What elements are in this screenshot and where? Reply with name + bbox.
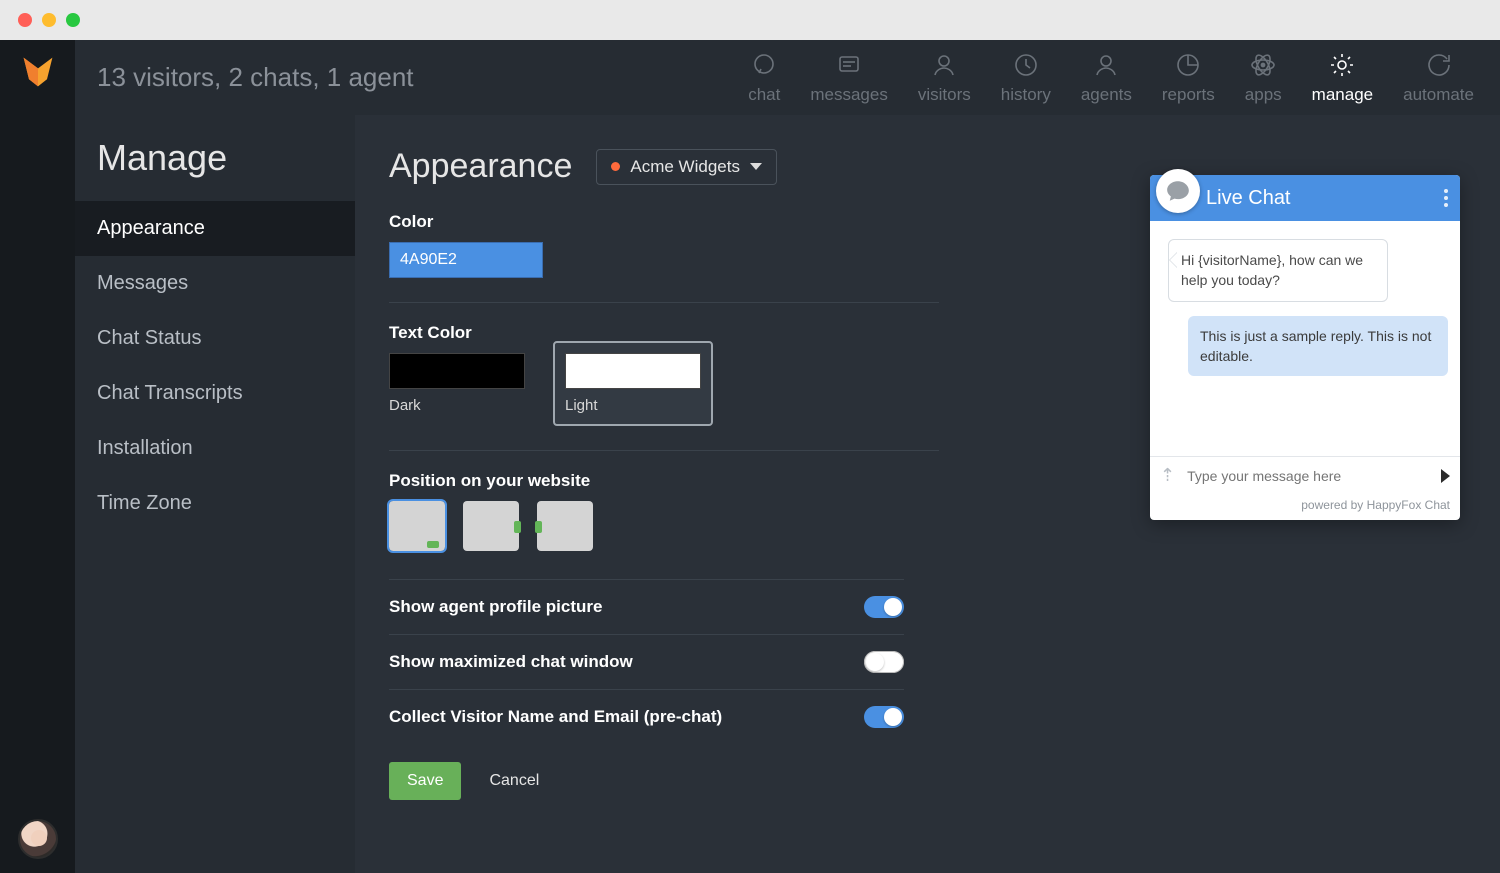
- toggle-label: Show maximized chat window: [389, 652, 633, 672]
- text-color-light-label: Light: [565, 397, 701, 414]
- right-area: 13 visitors, 2 chats, 1 agent chat messag…: [75, 40, 1500, 873]
- brand-logo[interactable]: [20, 54, 56, 90]
- window-titlebar: [0, 0, 1500, 40]
- person-icon: [930, 51, 958, 79]
- position-option-bottom-right[interactable]: [389, 501, 445, 551]
- toggle-row-1: Show maximized chat window: [389, 634, 904, 689]
- toggle-row-0: Show agent profile picture: [389, 580, 904, 634]
- chat-preview-input[interactable]: [1185, 467, 1431, 485]
- main-panel: Appearance Acme Widgets Color Text Color: [355, 115, 1500, 873]
- sidebar-item-time-zone[interactable]: Time Zone: [75, 476, 355, 531]
- chat-preview-title: Live Chat: [1206, 187, 1291, 210]
- left-rail: [0, 40, 75, 873]
- topbar: 13 visitors, 2 chats, 1 agent chat messag…: [75, 40, 1500, 115]
- topnav-chat[interactable]: chat: [748, 51, 780, 105]
- window-zoom-dot[interactable]: [66, 13, 80, 27]
- light-swatch: [565, 353, 701, 389]
- color-hex-input[interactable]: [389, 242, 543, 278]
- toggle-label: Show agent profile picture: [389, 597, 602, 617]
- topnav-apps[interactable]: apps: [1245, 51, 1282, 105]
- top-nav: chat messages visitors history agents reports…: [748, 51, 1474, 105]
- topnav-reports[interactable]: reports: [1162, 51, 1215, 105]
- topnav-automate[interactable]: automate: [1403, 51, 1474, 105]
- chevron-down-icon: [750, 163, 762, 170]
- window-close-dot[interactable]: [18, 13, 32, 27]
- topnav-agents[interactable]: agents: [1081, 51, 1132, 105]
- sidebar-item-chat-transcripts[interactable]: Chat Transcripts: [75, 366, 355, 421]
- sidebar-item-appearance[interactable]: Appearance: [75, 201, 355, 256]
- refresh-icon: [1425, 51, 1453, 79]
- messages-icon: [835, 51, 863, 79]
- toggle-label: Collect Visitor Name and Email (pre-chat…: [389, 707, 722, 727]
- text-color-option-light[interactable]: Light: [553, 341, 713, 426]
- topnav-visitors[interactable]: visitors: [918, 51, 971, 105]
- topnav-label: apps: [1245, 85, 1282, 105]
- position-option-right[interactable]: [463, 501, 519, 551]
- cancel-button[interactable]: Cancel: [483, 771, 545, 791]
- chat-bubble-icon: [750, 51, 778, 79]
- window-minimize-dot[interactable]: [42, 13, 56, 27]
- topnav-label: reports: [1162, 85, 1215, 105]
- send-icon[interactable]: [1441, 469, 1450, 483]
- toggle-switch[interactable]: [864, 596, 904, 618]
- topnav-label: chat: [748, 85, 780, 105]
- save-button[interactable]: Save: [389, 762, 461, 800]
- chat-preview-body: Hi {visitorName}, how can we help you to…: [1150, 221, 1460, 456]
- site-selector-label: Acme Widgets: [630, 157, 740, 177]
- divider: [389, 302, 939, 303]
- current-user-avatar[interactable]: [18, 819, 58, 859]
- topnav-label: automate: [1403, 85, 1474, 105]
- live-stats: 13 visitors, 2 chats, 1 agent: [97, 62, 414, 93]
- topnav-history[interactable]: history: [1001, 51, 1051, 105]
- topnav-messages[interactable]: messages: [810, 51, 887, 105]
- site-selector[interactable]: Acme Widgets: [596, 149, 777, 185]
- page-title: Appearance: [389, 147, 572, 186]
- form-actions: Save Cancel: [389, 762, 1466, 800]
- site-status-dot: [611, 162, 620, 171]
- atom-icon: [1249, 51, 1277, 79]
- manage-sidebar: Manage AppearanceMessagesChat StatusChat…: [75, 115, 355, 873]
- fox-logo-icon: [20, 54, 56, 90]
- topnav-label: messages: [810, 85, 887, 105]
- toggle-group: Show agent profile picture Show maximize…: [389, 579, 904, 744]
- topnav-label: manage: [1312, 85, 1373, 105]
- topnav-label: visitors: [918, 85, 971, 105]
- dark-swatch: [389, 353, 525, 389]
- toggle-row-2: Collect Visitor Name and Email (pre-chat…: [389, 689, 904, 744]
- divider: [389, 450, 939, 451]
- toggle-switch[interactable]: [864, 706, 904, 728]
- pie-chart-icon: [1174, 51, 1202, 79]
- body-cols: Manage AppearanceMessagesChat StatusChat…: [75, 115, 1500, 873]
- sidebar-item-installation[interactable]: Installation: [75, 421, 355, 476]
- sidebar-item-messages[interactable]: Messages: [75, 256, 355, 311]
- chat-preview-menu-icon[interactable]: [1444, 189, 1448, 207]
- toggle-switch[interactable]: [864, 651, 904, 673]
- text-color-option-dark[interactable]: Dark: [389, 353, 525, 426]
- chat-preview-header: Live Chat: [1150, 175, 1460, 221]
- chat-preview-footer: powered by HappyFox Chat: [1150, 494, 1460, 520]
- sidebar-title: Manage: [75, 137, 355, 179]
- chat-bubble-icon: [1165, 178, 1191, 204]
- position-option-left[interactable]: [537, 501, 593, 551]
- topnav-label: agents: [1081, 85, 1132, 105]
- sidebar-item-chat-status[interactable]: Chat Status: [75, 311, 355, 366]
- clock-icon: [1012, 51, 1040, 79]
- person-icon: [1092, 51, 1120, 79]
- chat-agent-avatar: [1156, 169, 1200, 213]
- topnav-manage[interactable]: manage: [1312, 51, 1373, 105]
- chat-greeting-bubble: Hi {visitorName}, how can we help you to…: [1168, 239, 1388, 302]
- chat-sample-reply-bubble: This is just a sample reply. This is not…: [1188, 316, 1448, 377]
- upload-icon[interactable]: ⇡: [1160, 465, 1175, 486]
- app-frame: 13 visitors, 2 chats, 1 agent chat messag…: [0, 40, 1500, 873]
- gear-icon: [1328, 51, 1356, 79]
- text-color-dark-label: Dark: [389, 397, 525, 414]
- topnav-label: history: [1001, 85, 1051, 105]
- chat-preview-input-row: ⇡: [1150, 456, 1460, 494]
- chat-widget-preview: Live Chat Hi {visitorName}, how can we h…: [1150, 175, 1460, 520]
